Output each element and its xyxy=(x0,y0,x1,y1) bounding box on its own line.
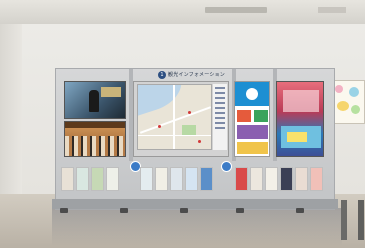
kiosk-foot xyxy=(296,208,304,213)
wall-pillar xyxy=(0,24,22,214)
brochure xyxy=(200,167,213,191)
brochure xyxy=(250,167,263,191)
park-area xyxy=(182,125,196,135)
info-badge-icon xyxy=(221,161,232,172)
ceiling-vent-icon xyxy=(205,7,267,13)
map-marker-icon xyxy=(158,125,161,128)
brochure xyxy=(140,167,153,191)
brochure xyxy=(76,167,89,191)
kiosk-base xyxy=(52,199,338,209)
header-text: 観光インフォメーション xyxy=(168,72,225,78)
brochure xyxy=(61,167,74,191)
video-screen-right xyxy=(276,81,324,157)
brochure xyxy=(155,167,168,191)
brochure xyxy=(295,167,308,191)
brochure xyxy=(106,167,119,191)
ceiling xyxy=(0,0,365,24)
brochure-rack-icon xyxy=(235,167,323,195)
video-screen-2 xyxy=(64,121,126,157)
city-map xyxy=(137,84,212,150)
brochure xyxy=(235,167,248,191)
kiosk-foot xyxy=(180,208,188,213)
header-number-badge: 1 xyxy=(158,70,166,79)
person-figure xyxy=(89,90,99,112)
sea-area xyxy=(138,85,188,117)
wall-poster xyxy=(330,80,365,124)
brochure xyxy=(310,167,323,191)
brochure xyxy=(265,167,278,191)
kiosk-foot xyxy=(60,208,68,213)
brochure xyxy=(170,167,183,191)
stanchion-pole-icon xyxy=(358,200,364,240)
stanchion-pole-icon xyxy=(341,200,347,240)
brochure xyxy=(280,167,293,191)
kiosk-header: 1 観光インフォメーション xyxy=(158,70,225,79)
brochure-rack-icon xyxy=(61,167,119,195)
screen-sign xyxy=(101,87,121,97)
brochure-rack-icon xyxy=(140,167,213,195)
brochure xyxy=(185,167,198,191)
map-marker-icon xyxy=(198,140,201,143)
video-screen-1 xyxy=(64,81,126,119)
floor-reflection xyxy=(52,208,342,246)
kiosk-foot xyxy=(236,208,244,213)
brochure xyxy=(91,167,104,191)
map-marker-icon xyxy=(188,111,191,114)
info-poster xyxy=(234,81,270,157)
ceiling-vent-icon xyxy=(318,7,346,13)
logo-icon xyxy=(246,88,258,100)
map-legend xyxy=(213,84,227,150)
photo-scene: 1 観光インフォメーション xyxy=(0,0,365,248)
crowd-image xyxy=(65,136,125,156)
kiosk-foot xyxy=(120,208,128,213)
